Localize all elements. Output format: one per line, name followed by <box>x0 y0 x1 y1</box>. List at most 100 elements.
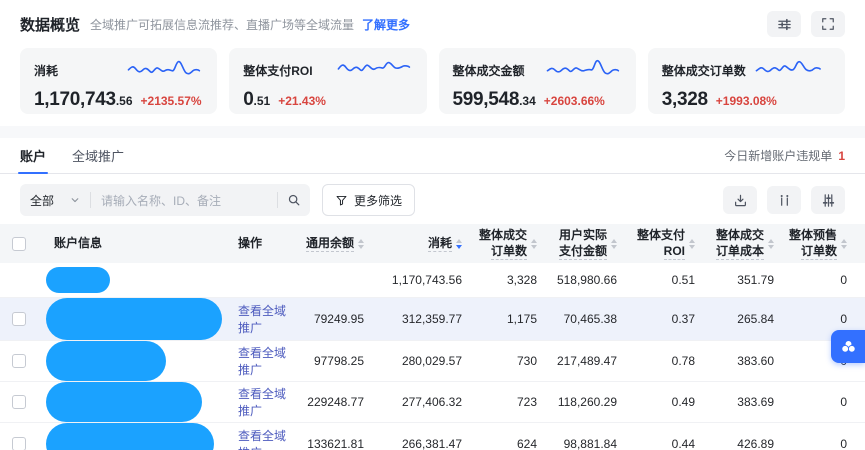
col-roi[interactable]: 整体支付ROI <box>625 224 703 263</box>
col-balance[interactable]: 通用余额 <box>302 224 372 263</box>
cell-roi: 0.78 <box>625 340 703 381</box>
table-row: 查看全域推广 133621.81 266,381.47 624 98,881.8… <box>0 422 865 450</box>
service-float-button[interactable] <box>831 330 865 363</box>
stat-card-roi[interactable]: 整体支付ROI 0.51 +21.43% <box>229 48 426 114</box>
stat-delta: +21.43% <box>278 94 326 108</box>
summary-row: 1,170,743.56 3,328 518,980.66 0.51 351.7… <box>0 263 865 297</box>
cell-consume: 266,381.47 <box>372 422 470 450</box>
search-icon <box>287 193 301 207</box>
redacted-account-blob <box>46 382 202 422</box>
fullscreen-button[interactable] <box>811 11 845 37</box>
stat-value: 0 <box>243 89 253 111</box>
learn-more-link[interactable]: 了解更多 <box>362 16 410 33</box>
row-checkbox[interactable] <box>12 354 26 368</box>
summary-orders: 3,328 <box>470 263 545 297</box>
service-icon <box>840 339 857 354</box>
stat-delta: +1993.08% <box>716 94 777 108</box>
sparkline-chart <box>751 58 831 83</box>
violation-notice[interactable]: 今日新增账户违规单1 <box>724 147 845 164</box>
custom-metrics-button[interactable] <box>811 186 845 214</box>
scope-select[interactable]: 全部 <box>20 192 90 209</box>
cell-presale: 0 <box>782 381 865 422</box>
stat-value: 1,170,743 <box>34 89 116 111</box>
row-checkbox[interactable] <box>12 395 26 409</box>
redacted-account-blob <box>46 298 222 340</box>
tune-icon <box>777 17 792 32</box>
sort-icon <box>531 239 537 249</box>
stat-label: 整体成交订单数 <box>662 62 746 79</box>
select-all-checkbox[interactable] <box>12 237 26 251</box>
cell-orders: 1,175 <box>470 297 545 340</box>
sort-icon <box>841 239 847 249</box>
cell-consume: 277,406.32 <box>372 381 470 422</box>
search-input[interactable]: 请输入名称、ID、备注 <box>91 192 277 209</box>
columns-button[interactable] <box>767 186 801 214</box>
cell-orders: 730 <box>470 340 545 381</box>
more-filters-button[interactable]: 更多筛选 <box>322 184 415 216</box>
view-global-promo-link[interactable]: 查看全域推广 <box>238 304 286 335</box>
stat-value: 3,328 <box>662 89 708 111</box>
search-button[interactable] <box>278 193 310 207</box>
funnel-icon <box>335 194 348 207</box>
stat-card-orders[interactable]: 整体成交订单数 3,328 +1993.08% <box>648 48 845 114</box>
stat-card-gmv[interactable]: 整体成交金额 599,548.34 +2603.66% <box>439 48 636 114</box>
stat-value: 599,548 <box>453 89 520 111</box>
sliders-icon <box>821 193 836 208</box>
cell-balance: 133621.81 <box>302 422 372 450</box>
sort-icon <box>768 239 774 249</box>
row-checkbox[interactable] <box>12 312 26 326</box>
col-consume[interactable]: 消耗 <box>372 224 470 263</box>
cell-orders: 624 <box>470 422 545 450</box>
download-button[interactable] <box>723 186 757 214</box>
table-row: 查看全域推广 79249.95 312,359.77 1,175 70,465.… <box>0 297 865 340</box>
sort-icon <box>456 239 462 249</box>
col-payment[interactable]: 用户实际支付金额 <box>545 224 625 263</box>
page-subtitle: 全域推广可拓展信息流推荐、直播广场等全域流量 <box>90 16 354 33</box>
col-cost[interactable]: 整体成交订单成本 <box>703 224 782 263</box>
row-checkbox[interactable] <box>12 437 26 450</box>
columns-icon <box>777 193 792 208</box>
table-header-row: 账户信息 操作 通用余额 消耗 整体成交订单数 用户实际支付金额 整体支付ROI… <box>0 224 865 263</box>
col-account-info: 账户信息 <box>42 224 226 263</box>
sort-icon <box>611 239 617 249</box>
cell-cost: 426.89 <box>703 422 782 450</box>
stat-card-consume[interactable]: 消耗 1,170,743.56 +2135.57% <box>20 48 217 114</box>
view-global-promo-link[interactable]: 查看全域推广 <box>238 387 286 418</box>
redacted-account-blob <box>46 341 166 381</box>
cell-payment: 217,489.47 <box>545 340 625 381</box>
col-action: 操作 <box>226 224 302 263</box>
fullscreen-icon <box>821 17 835 31</box>
cell-balance: 97798.25 <box>302 340 372 381</box>
cell-orders: 723 <box>470 381 545 422</box>
search-combo: 全部 请输入名称、ID、备注 <box>20 184 310 216</box>
redacted-account-blob <box>46 267 110 293</box>
cell-cost: 383.69 <box>703 381 782 422</box>
cell-balance: 79249.95 <box>302 297 372 340</box>
sort-icon <box>358 239 364 249</box>
view-global-promo-link[interactable]: 查看全域推广 <box>238 429 286 450</box>
sparkline-chart <box>542 58 622 83</box>
summary-cost: 351.79 <box>703 263 782 297</box>
tab-account[interactable]: 账户 <box>20 138 46 173</box>
col-orders[interactable]: 整体成交订单数 <box>470 224 545 263</box>
redacted-account-blob <box>46 423 214 450</box>
overview-panel: 数据概览 全域推广可拓展信息流推荐、直播广场等全域流量 了解更多 <box>0 0 865 126</box>
chevron-down-icon <box>70 195 80 205</box>
cell-consume: 312,359.77 <box>372 297 470 340</box>
cell-consume: 280,029.57 <box>372 340 470 381</box>
stat-value-decimal: .51 <box>254 94 271 108</box>
cell-payment: 70,465.38 <box>545 297 625 340</box>
table-row: 查看全域推广 229248.77 277,406.32 723 118,260.… <box>0 381 865 422</box>
summary-presale: 0 <box>782 263 865 297</box>
stat-cards: 消耗 1,170,743.56 +2135.57% 整体支付ROI 0.51 +… <box>20 48 845 114</box>
view-global-promo-link[interactable]: 查看全域推广 <box>238 346 286 377</box>
tab-global-promo[interactable]: 全域推广 <box>72 138 124 173</box>
stat-label: 消耗 <box>34 62 58 79</box>
accounts-panel: 账户 全域推广 今日新增账户违规单1 全部 请输入名称、ID、备注 <box>0 138 865 450</box>
sort-icon <box>689 239 695 249</box>
stat-value-decimal: .56 <box>116 94 133 108</box>
sparkline-chart <box>123 58 203 83</box>
cell-payment: 118,260.29 <box>545 381 625 422</box>
tune-button[interactable] <box>767 11 801 37</box>
col-presale[interactable]: 整体预售订单数 <box>782 224 865 263</box>
